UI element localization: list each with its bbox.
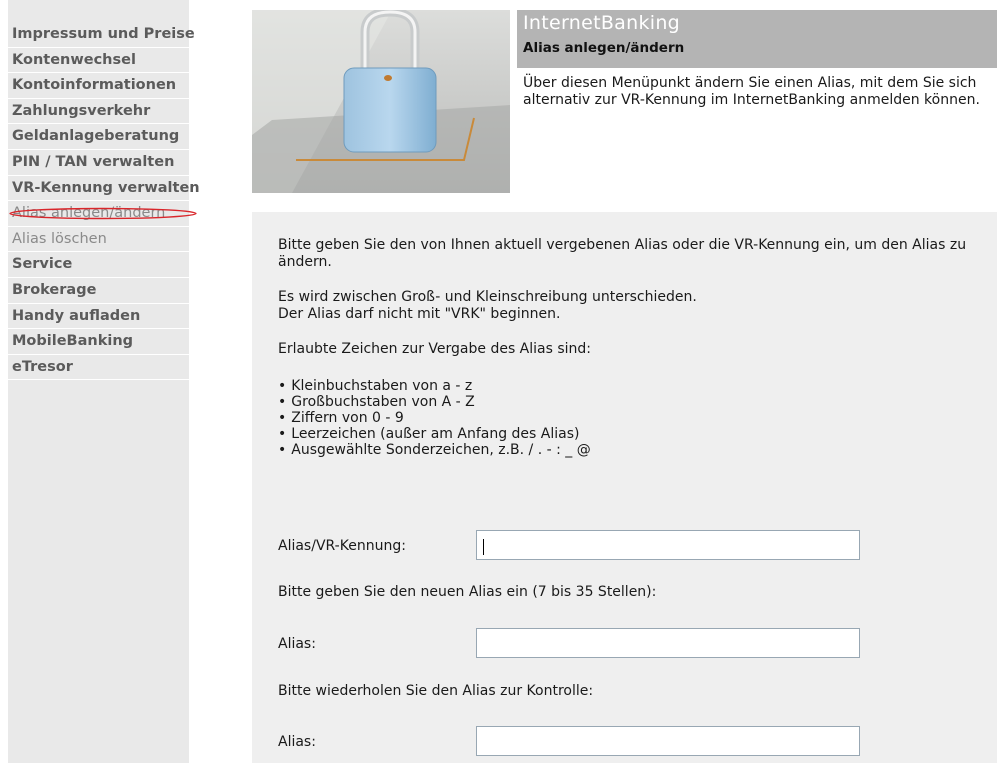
sidebar-item-pin-tan-verwalten[interactable]: PIN / TAN verwalten	[8, 150, 189, 176]
sidebar-item-zahlungsverkehr[interactable]: Zahlungsverkehr	[8, 99, 189, 125]
app-title: InternetBanking	[523, 12, 681, 34]
repeat-alias-label: Alias:	[278, 734, 316, 750]
repeat-alias-hint: Bitte wiederholen Sie den Alias zur Kont…	[278, 683, 594, 699]
sidebar-item-kontoinformationen[interactable]: Kontoinformationen	[8, 73, 189, 99]
list-item: Leerzeichen (außer am Anfang des Alias)	[278, 426, 978, 442]
sidebar-item-handy-aufladen[interactable]: Handy aufladen	[8, 304, 189, 330]
alias-vr-kennung-input[interactable]	[476, 530, 860, 560]
allowed-characters-list: Kleinbuchstaben von a - z Großbuchstaben…	[278, 378, 978, 458]
new-alias-input[interactable]	[476, 628, 860, 658]
sidebar-item-label: Alias anlegen/ändern	[12, 205, 166, 222]
list-item: Kleinbuchstaben von a - z	[278, 378, 978, 394]
repeat-alias-input[interactable]	[476, 726, 860, 756]
instruction-paragraph: Bitte geben Sie den von Ihnen aktuell ve…	[278, 237, 967, 270]
new-alias-label: Alias:	[278, 636, 316, 652]
sidebar-item-alias-loeschen[interactable]: Alias löschen	[8, 227, 189, 253]
intro-text: Über diesen Menüpunkt ändern Sie einen A…	[523, 75, 980, 108]
list-item: Ausgewählte Sonderzeichen, z.B. / . - : …	[278, 442, 978, 458]
sidebar-nav: Impressum und Preise Kontenwechsel Konto…	[8, 0, 200, 381]
new-alias-hint: Bitte geben Sie den neuen Alias ein (7 b…	[278, 584, 657, 600]
sidebar-item-brokerage[interactable]: Brokerage	[8, 278, 189, 304]
sidebar-item-alias-anlegen-aendern[interactable]: Alias anlegen/ändern	[8, 201, 197, 227]
sidebar-item-vr-kennung-verwalten[interactable]: VR-Kennung verwalten	[8, 176, 200, 202]
sidebar-item-mobilebanking[interactable]: MobileBanking	[8, 329, 189, 355]
allowed-characters-heading: Erlaubte Zeichen zur Vergabe des Alias s…	[278, 341, 592, 357]
sidebar-item-service[interactable]: Service	[8, 252, 189, 278]
sidebar: Impressum und Preise Kontenwechsel Konto…	[8, 0, 200, 763]
sidebar-item-etresor[interactable]: eTresor	[8, 355, 189, 381]
page-subtitle: Alias anlegen/ändern	[523, 40, 685, 56]
sidebar-item-kontenwechsel[interactable]: Kontenwechsel	[8, 48, 189, 74]
sidebar-item-geldanlageberatung[interactable]: Geldanlageberatung	[8, 124, 189, 150]
content-panel: Bitte geben Sie den von Ihnen aktuell ve…	[252, 212, 997, 763]
text-cursor	[483, 539, 484, 555]
sidebar-item-impressum-und-preise[interactable]: Impressum und Preise	[8, 22, 195, 48]
alias-vr-kennung-label: Alias/VR-Kennung:	[278, 538, 406, 554]
case-sensitivity-note: Es wird zwischen Groß- und Kleinschreibu…	[278, 289, 697, 305]
padlock-header-image	[252, 10, 510, 193]
list-item: Großbuchstaben von A - Z	[278, 394, 978, 410]
list-item: Ziffern von 0 - 9	[278, 410, 978, 426]
vrk-prefix-note: Der Alias darf nicht mit "VRK" beginnen.	[278, 306, 561, 322]
